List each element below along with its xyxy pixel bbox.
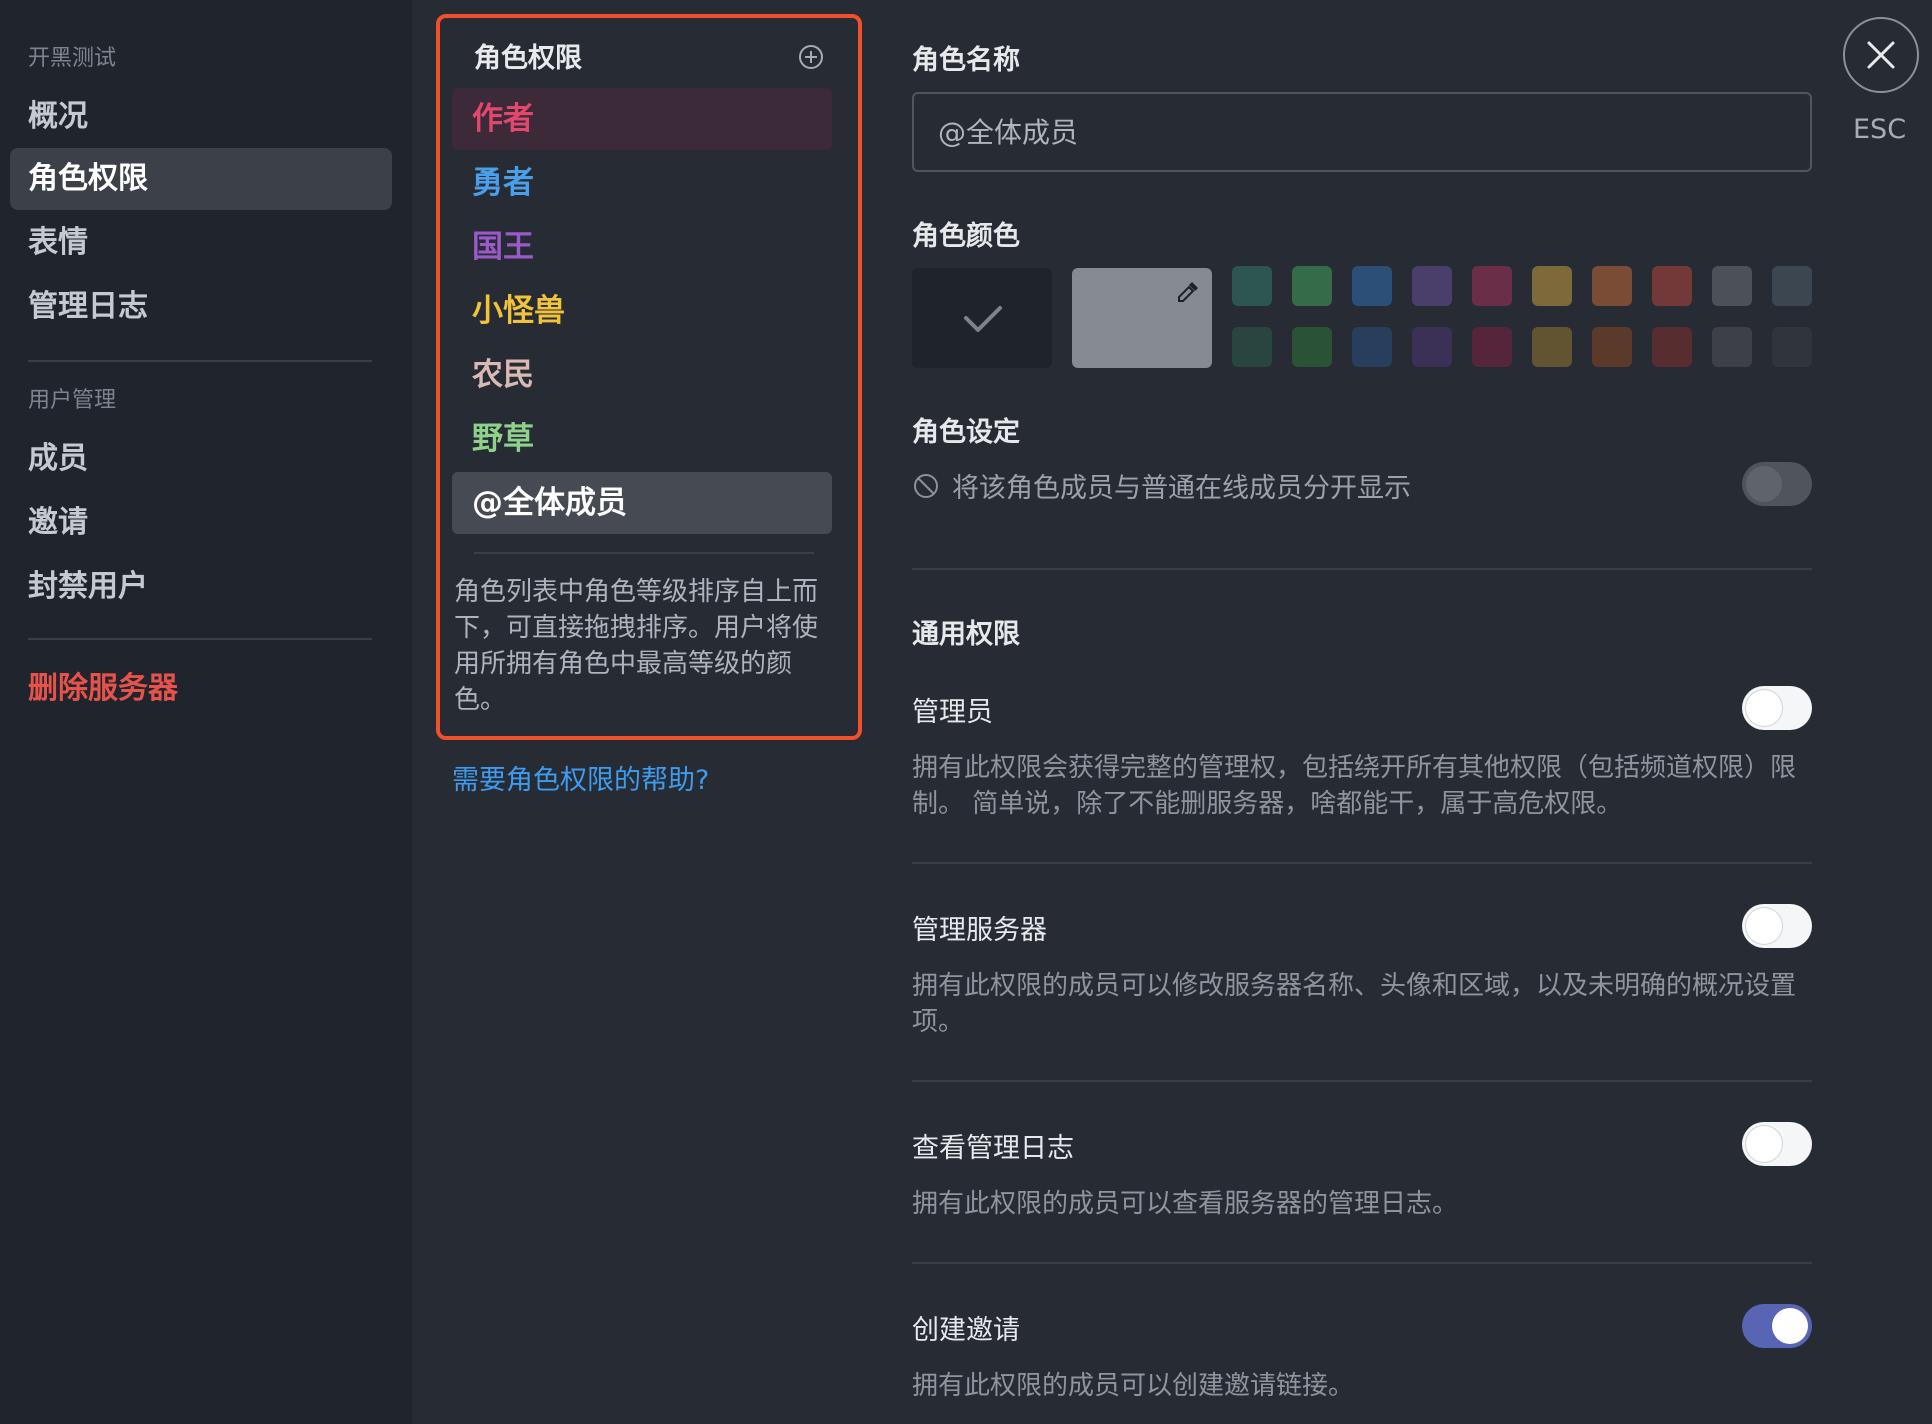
permission-desc-audit-log: 拥有此权限的成员可以查看服务器的管理日志。 <box>912 1189 1459 1219</box>
default-color-swatch[interactable] <box>912 268 1052 368</box>
toggle-knob <box>1746 466 1782 502</box>
color-swatch[interactable] <box>1292 327 1332 367</box>
separate-display-toggle[interactable] <box>1742 462 1812 506</box>
general-permissions-label: 通用权限 <box>912 619 1020 650</box>
color-swatch[interactable] <box>1412 327 1452 367</box>
color-swatch[interactable] <box>1652 266 1692 306</box>
separate-display-text: 将该角色成员与普通在线成员分开显示 <box>952 473 1411 504</box>
role-name-input[interactable] <box>912 92 1812 172</box>
color-swatch[interactable] <box>1472 327 1512 367</box>
color-swatch[interactable] <box>1532 327 1572 367</box>
manage-server-toggle[interactable] <box>1742 904 1812 948</box>
role-list-divider <box>474 552 814 554</box>
permission-desc-create-invite: 拥有此权限的成员可以创建邀请链接。 <box>912 1371 1355 1401</box>
sidebar-item-roles[interactable]: 角色权限 <box>10 148 392 210</box>
role-list-header: 角色权限 <box>474 43 582 74</box>
role-item[interactable]: 作者 <box>452 88 832 150</box>
color-swatch[interactable] <box>1712 327 1752 367</box>
permission-title-admin: 管理员 <box>912 697 993 728</box>
create-invite-toggle[interactable] <box>1742 1304 1812 1348</box>
color-swatch[interactable] <box>1232 266 1272 306</box>
color-swatch[interactable] <box>1652 327 1692 367</box>
admin-permission-toggle[interactable] <box>1742 686 1812 730</box>
sidebar-item-overview[interactable]: 概况 <box>10 86 392 148</box>
permission-title-manage-server: 管理服务器 <box>912 915 1047 946</box>
color-swatch[interactable] <box>1412 266 1452 306</box>
toggle-knob <box>1746 1126 1782 1162</box>
permission-title-create-invite: 创建邀请 <box>912 1315 1020 1346</box>
server-name-label: 开黑测试 <box>28 46 117 71</box>
color-swatch[interactable] <box>1232 327 1272 367</box>
sidebar-item-bans[interactable]: 封禁用户 <box>10 556 392 618</box>
role-item[interactable]: 野草 <box>452 408 832 470</box>
ban-icon <box>914 474 938 498</box>
view-audit-log-toggle[interactable] <box>1742 1122 1812 1166</box>
permission-desc-manage-server: 拥有此权限的成员可以修改服务器名称、头像和区域，以及未明确的概况设置项。 <box>912 971 1797 1037</box>
color-swatch[interactable] <box>1592 327 1632 367</box>
color-swatch[interactable] <box>1292 266 1332 306</box>
role-item-everyone[interactable]: @全体成员 <box>452 472 832 534</box>
role-list-panel: 角色权限 作者 勇者 国王 小怪兽 农民 野草 @全体成员 角色列表中角色等级排… <box>436 14 862 740</box>
esc-label: ESC <box>1853 114 1907 145</box>
role-list-description: 角色列表中角色等级排序自上而下，可直接拖拽排序。用户将使用所拥有角色中最高等级的… <box>454 577 819 715</box>
role-item[interactable]: 勇者 <box>452 152 832 214</box>
sidebar-item-audit-log[interactable]: 管理日志 <box>10 276 392 338</box>
role-setting-label: 角色设定 <box>912 417 1020 448</box>
color-swatch[interactable] <box>1592 266 1632 306</box>
permission-title-audit-log: 查看管理日志 <box>912 1133 1074 1164</box>
toggle-knob <box>1772 1308 1808 1344</box>
settings-sidebar: 开黑测试 概况 角色权限 表情 管理日志 用户管理 成员 邀请 封禁用户 删除服… <box>0 0 412 1424</box>
permission-desc-admin: 拥有此权限会获得完整的管理权，包括绕开所有其他权限（包括频道权限）限制。 简单说… <box>912 753 1797 819</box>
permission-divider <box>912 1080 1812 1082</box>
custom-color-picker[interactable] <box>1072 268 1212 368</box>
role-item[interactable]: 小怪兽 <box>452 280 832 342</box>
toggle-knob <box>1746 908 1782 944</box>
color-swatch[interactable] <box>1352 266 1392 306</box>
sidebar-item-invites[interactable]: 邀请 <box>10 492 392 554</box>
role-item[interactable]: 农民 <box>452 344 832 406</box>
color-swatch[interactable] <box>1532 266 1572 306</box>
delete-server-button[interactable]: 删除服务器 <box>10 658 392 720</box>
roles-help-link[interactable]: 需要角色权限的帮助? <box>452 758 709 797</box>
role-item[interactable]: 国王 <box>452 216 832 278</box>
color-swatch[interactable] <box>1712 266 1752 306</box>
sidebar-item-members[interactable]: 成员 <box>10 428 392 490</box>
check-icon <box>964 306 1002 332</box>
user-management-section: 用户管理 <box>28 388 117 413</box>
sidebar-item-emoji[interactable]: 表情 <box>10 212 392 274</box>
color-swatch[interactable] <box>1472 266 1512 306</box>
eyedropper-icon <box>1178 282 1198 302</box>
permission-divider <box>912 862 1812 864</box>
sidebar-divider <box>28 638 372 640</box>
role-color-label: 角色颜色 <box>912 221 1020 252</box>
section-divider <box>912 568 1812 570</box>
sidebar-divider <box>28 360 372 362</box>
add-role-icon[interactable] <box>798 44 824 70</box>
color-swatch[interactable] <box>1772 266 1812 306</box>
toggle-knob <box>1746 690 1782 726</box>
permission-divider <box>912 1262 1812 1264</box>
role-name-label: 角色名称 <box>912 45 1020 76</box>
close-button[interactable] <box>1843 17 1919 93</box>
color-swatch[interactable] <box>1772 327 1812 367</box>
close-icon <box>1867 41 1895 69</box>
color-swatch[interactable] <box>1352 327 1392 367</box>
